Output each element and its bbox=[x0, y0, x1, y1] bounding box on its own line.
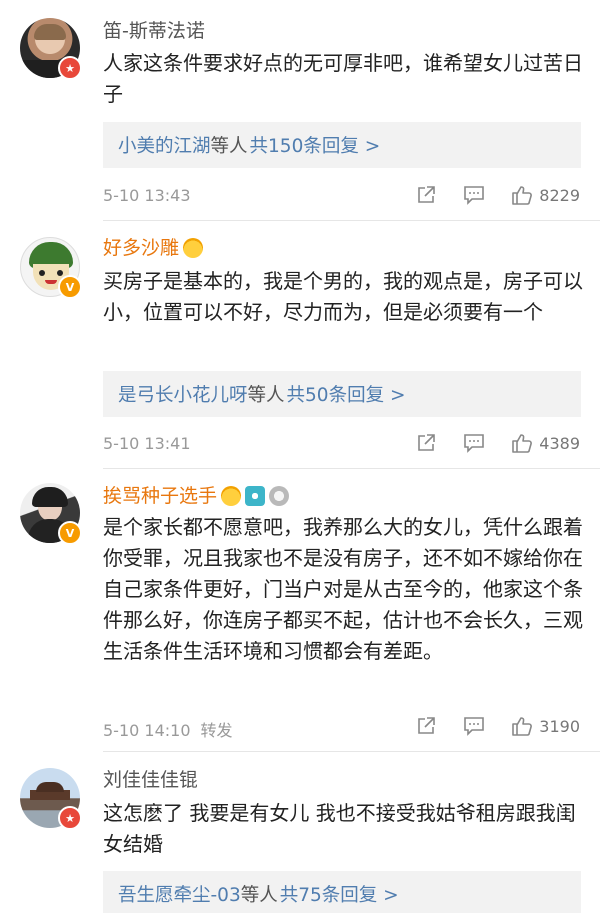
like-count: 3190 bbox=[539, 716, 580, 736]
reply-summary[interactable]: 吾生愿牵尘-03 等人 共75条回复 > bbox=[103, 871, 581, 913]
meta: 5-10 14:10 转发 bbox=[103, 717, 233, 741]
username-text: 好多沙雕 bbox=[103, 237, 180, 259]
action-bar: 3190 bbox=[415, 714, 580, 738]
timestamp: 5-10 13:43 bbox=[103, 186, 191, 205]
verified-star-icon: ★ bbox=[58, 56, 82, 80]
like-icon[interactable] bbox=[511, 432, 533, 454]
divider bbox=[103, 751, 600, 752]
reply-etc: 等人 bbox=[247, 385, 285, 406]
username[interactable]: 刘佳佳佳锟 bbox=[103, 767, 198, 793]
comment-icon[interactable] bbox=[463, 432, 485, 454]
avatar[interactable]: ★ bbox=[20, 18, 82, 80]
comment-icon[interactable] bbox=[463, 184, 485, 206]
comment-text: 这怎麽了 我要是有女儿 我也不接受我姑爷租房跟我闺女结婚 bbox=[103, 801, 576, 856]
timestamp: 5-10 14:10 bbox=[103, 721, 191, 740]
username[interactable]: 挨骂种子选手 bbox=[103, 483, 290, 509]
action-bar: 4389 bbox=[415, 431, 580, 455]
share-icon[interactable] bbox=[415, 715, 437, 737]
like-count: 4389 bbox=[539, 433, 580, 453]
smile-crown-badge-icon bbox=[183, 238, 204, 258]
reply-count-link[interactable]: 共75条回复 > bbox=[280, 881, 399, 907]
verified-star-icon: ★ bbox=[58, 806, 82, 830]
timestamp: 5-10 13:41 bbox=[103, 434, 191, 453]
avatar[interactable]: ★ bbox=[20, 768, 82, 830]
avatar[interactable]: V bbox=[20, 483, 82, 545]
comment-text: 买房子是基本的，我是个男的，我的观点是，房子可以小，位置可以不好，尽力而为，但是… bbox=[103, 269, 583, 324]
comment-text: 人家这条件要求好点的无可厚非吧，谁希望女儿过苦日子 bbox=[103, 51, 583, 106]
avatar[interactable]: V bbox=[20, 237, 82, 299]
like-icon[interactable] bbox=[511, 715, 533, 737]
reply-etc: 等人 bbox=[210, 136, 248, 157]
reply-users-link[interactable]: 吾生愿牵尘-03 bbox=[118, 881, 241, 907]
reply-count-link[interactable]: 共150条回复 > bbox=[250, 132, 381, 158]
action-bar: 8229 bbox=[415, 183, 580, 207]
smile-crown-badge-icon bbox=[221, 486, 242, 506]
comment-text: 是个家长都不愿意吧，我养那么大的女儿，凭什么跟着你受罪，况且我家也不是没有房子，… bbox=[103, 515, 583, 663]
verified-v-icon: V bbox=[58, 521, 82, 545]
reply-count-link[interactable]: 共50条回复 > bbox=[287, 381, 406, 407]
like-icon[interactable] bbox=[511, 184, 533, 206]
divider bbox=[103, 220, 600, 221]
verified-v-icon: V bbox=[58, 275, 82, 299]
reply-etc: 等人 bbox=[240, 885, 278, 906]
reply-users-link[interactable]: 小美的江湖 bbox=[118, 132, 211, 158]
like-count: 8229 bbox=[539, 185, 580, 205]
username-text: 挨骂种子选手 bbox=[103, 485, 218, 507]
share-icon[interactable] bbox=[415, 184, 437, 206]
reply-users-link[interactable]: 是弓长小花儿呀 bbox=[118, 381, 248, 407]
username[interactable]: 好多沙雕 bbox=[103, 235, 204, 261]
username[interactable]: 笛-斯蒂法诺 bbox=[103, 18, 205, 44]
medal-badge-icon bbox=[269, 486, 290, 506]
camera-badge-icon bbox=[245, 486, 266, 506]
divider bbox=[103, 468, 600, 469]
share-icon[interactable] bbox=[415, 432, 437, 454]
forward-link[interactable]: 转发 bbox=[201, 721, 233, 740]
reply-summary[interactable]: 是弓长小花儿呀 等人 共50条回复 > bbox=[103, 371, 581, 417]
comment-icon[interactable] bbox=[463, 715, 485, 737]
reply-summary[interactable]: 小美的江湖 等人 共150条回复 > bbox=[103, 122, 581, 168]
